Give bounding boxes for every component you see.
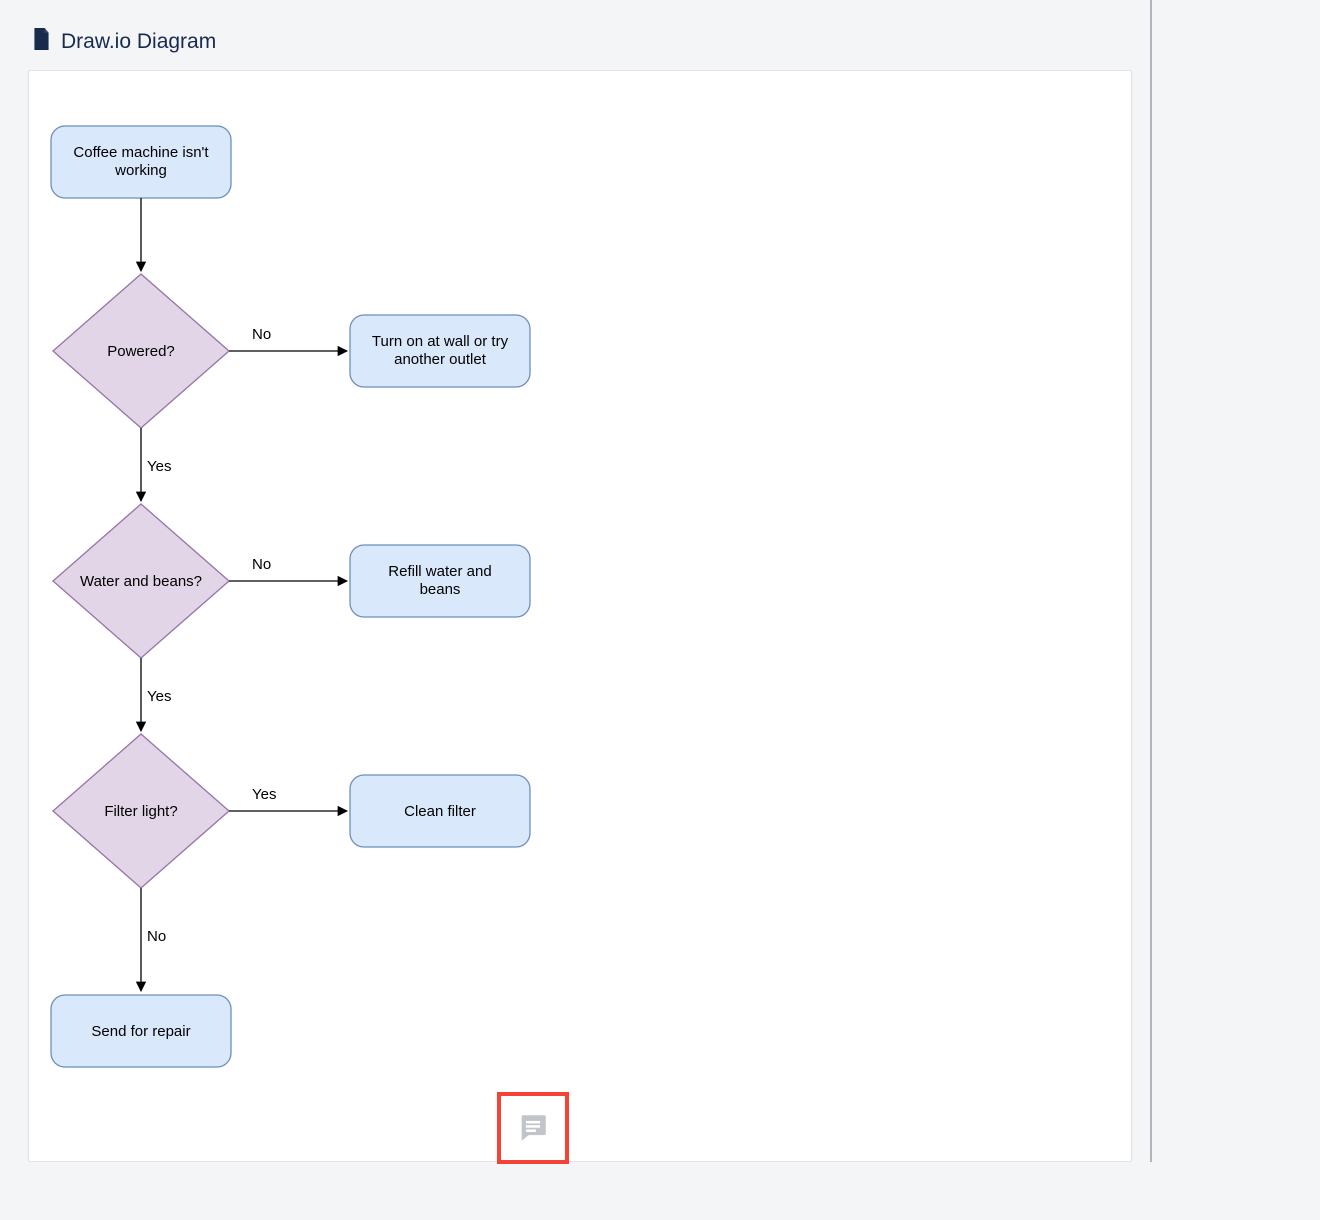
edge-powered-yes-label: Yes [147, 458, 171, 475]
edge-powered-yes: Yes [141, 428, 171, 501]
edge-powered-no: No [229, 326, 347, 351]
node-powered[interactable]: Powered? [53, 274, 229, 428]
node-powered-label: Powered? [107, 343, 175, 360]
comment-button-highlight [497, 1092, 569, 1164]
edge-water-yes-label: Yes [147, 688, 171, 705]
diagram-canvas[interactable]: Coffee machine isn'tworking Powered? No … [28, 70, 1132, 1162]
edge-filter-no: No [141, 888, 166, 991]
node-water-beans[interactable]: Water and beans? [53, 504, 229, 658]
node-clean-filter[interactable]: Clean filter [350, 775, 530, 847]
comment-icon[interactable] [516, 1111, 550, 1145]
node-turn-on[interactable]: Turn on at wall or tryanother outlet [350, 315, 530, 387]
flowchart-svg: Coffee machine isn'tworking Powered? No … [29, 71, 1129, 1151]
node-refill[interactable]: Refill water andbeans [350, 545, 530, 617]
edge-filter-yes-label: Yes [252, 786, 276, 803]
node-send-repair-label: Send for repair [91, 1023, 190, 1040]
edge-water-no: No [229, 556, 347, 581]
node-water-beans-label: Water and beans? [80, 573, 202, 590]
edge-water-yes: Yes [141, 658, 171, 731]
panel-title: Draw.io Diagram [61, 30, 216, 54]
edge-filter-no-label: No [147, 928, 166, 945]
node-start[interactable]: Coffee machine isn'tworking [51, 126, 231, 198]
node-filter-light-label: Filter light? [104, 803, 177, 820]
page-icon [32, 28, 51, 56]
diagram-panel: Draw.io Diagram Coffee machine isn'twork… [10, 0, 1152, 1162]
panel-header: Draw.io Diagram [10, 0, 1150, 70]
node-clean-filter-label: Clean filter [404, 803, 476, 820]
node-filter-light[interactable]: Filter light? [53, 734, 229, 888]
edge-filter-yes: Yes [229, 786, 347, 811]
edge-powered-no-label: No [252, 326, 271, 343]
edge-water-no-label: No [252, 556, 271, 573]
node-send-repair[interactable]: Send for repair [51, 995, 231, 1067]
